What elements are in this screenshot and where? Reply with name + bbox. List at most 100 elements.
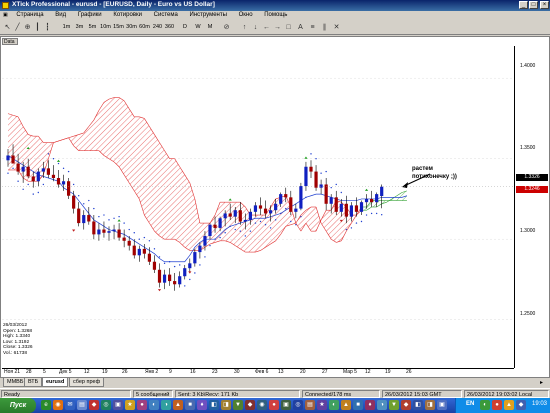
- quicklaunch-icon-34[interactable]: ▣: [437, 400, 447, 410]
- no-entry-icon[interactable]: ⊘: [222, 23, 231, 32]
- quicklaunch-icon-21[interactable]: ▣: [281, 400, 291, 410]
- quicklaunch-icon-9[interactable]: ●: [137, 400, 147, 410]
- quicklaunch-icon-14[interactable]: ♦: [197, 400, 207, 410]
- quicklaunch-icon-6[interactable]: ◎: [101, 400, 111, 410]
- quicklaunch-icon-3[interactable]: ✉: [65, 400, 75, 410]
- quicklaunch-icon-8[interactable]: ★: [125, 400, 135, 410]
- text-icon[interactable]: A: [296, 23, 305, 32]
- quicklaunch-icon-32[interactable]: ◧: [413, 400, 423, 410]
- quicklaunch-icon-4[interactable]: ▤: [77, 400, 87, 410]
- menu-charts[interactable]: Графики: [73, 11, 107, 18]
- quicklaunch-icon-27[interactable]: ■: [353, 400, 363, 410]
- fractal-up-marker: [228, 198, 232, 201]
- quicklaunch-icon-16[interactable]: ◨: [221, 400, 231, 410]
- quicklaunch-icon-29[interactable]: ◑: [377, 400, 387, 410]
- time-tick: 16: [190, 369, 196, 375]
- quicklaunch-icon-24[interactable]: ★: [317, 400, 327, 410]
- tf-3m[interactable]: 3m: [75, 23, 84, 32]
- quicklaunch-icon-30[interactable]: ▼: [389, 400, 399, 410]
- quicklaunch-icon-11[interactable]: ◑: [161, 400, 171, 410]
- quicklaunch-icon-13[interactable]: ■: [185, 400, 195, 410]
- quicklaunch-icon-5[interactable]: ◆: [89, 400, 99, 410]
- zoom-icon[interactable]: ⊕: [23, 23, 32, 32]
- line-icon[interactable]: ╱: [13, 23, 22, 32]
- tf-240[interactable]: 240: [152, 23, 163, 32]
- tf-w[interactable]: W: [194, 23, 202, 32]
- language-indicator[interactable]: EN: [466, 401, 474, 407]
- quicklaunch-icon-15[interactable]: ◧: [209, 400, 219, 410]
- quicklaunch-icon-28[interactable]: ♦: [365, 400, 375, 410]
- time-tick: Дек 5: [59, 369, 72, 375]
- quicklaunch-icon-20[interactable]: ●: [269, 400, 279, 410]
- arrow-right-icon[interactable]: →: [273, 23, 282, 32]
- tf-30m[interactable]: 30m: [126, 23, 137, 32]
- sar-dot: [285, 207, 287, 210]
- tf-15m[interactable]: 15m: [113, 23, 124, 32]
- quicklaunch-icon-25[interactable]: ◐: [329, 400, 339, 410]
- minimize-button[interactable]: _: [519, 1, 528, 9]
- maximize-button[interactable]: □: [529, 1, 538, 9]
- quicklaunch-icon-12[interactable]: ▲: [173, 400, 183, 410]
- tf-m[interactable]: M: [206, 23, 214, 32]
- quicklaunch-icon-1[interactable]: e: [41, 400, 51, 410]
- rectangle-icon[interactable]: □: [284, 23, 293, 32]
- candle-body: [299, 186, 303, 209]
- arrow-up-icon[interactable]: ↑: [240, 23, 249, 32]
- kumo-segment: [134, 116, 140, 199]
- quicklaunch-icon-17[interactable]: ▼: [233, 400, 243, 410]
- status-messages[interactable]: 5 сообщений: [133, 390, 173, 398]
- scroll-right-icon[interactable]: ▸: [540, 379, 543, 386]
- tray-icon-3[interactable]: ▲: [504, 400, 514, 410]
- tf-60m[interactable]: 60m: [139, 23, 150, 32]
- tray-icon-1[interactable]: ◐: [480, 400, 490, 410]
- candles-icon[interactable]: ┃: [33, 23, 42, 32]
- fractal-down-marker: [188, 271, 192, 274]
- tf-d[interactable]: D: [181, 23, 189, 32]
- quicklaunch-icon-19[interactable]: ◉: [257, 400, 267, 410]
- channel-icon[interactable]: ∥: [320, 23, 329, 32]
- tab-eurusd[interactable]: eurusd: [42, 378, 69, 387]
- quicklaunch-icon-31[interactable]: ◆: [401, 400, 411, 410]
- price-axis[interactable]: 1.4000 1.3500 1.3000 1.2500 1.3326 1.324…: [514, 46, 548, 368]
- price-chart[interactable]: [2, 46, 514, 368]
- bars-icon[interactable]: ┇: [43, 23, 52, 32]
- trash-icon[interactable]: ✕: [332, 23, 341, 32]
- sar-dot: [37, 191, 39, 194]
- arrow-down-icon[interactable]: ↓: [251, 23, 260, 32]
- quicklaunch-icon-10[interactable]: ◐: [149, 400, 159, 410]
- quicklaunch-icon-18[interactable]: ◆: [245, 400, 255, 410]
- tf-1m[interactable]: 1m: [62, 23, 71, 32]
- doc-icon[interactable]: ▣: [0, 11, 10, 18]
- tab-vtb[interactable]: ВТБ: [24, 378, 43, 387]
- menu-quotes[interactable]: Котировки: [108, 11, 147, 18]
- menu-tools[interactable]: Инструменты: [185, 11, 232, 18]
- tf-360[interactable]: 360: [164, 23, 175, 32]
- quicklaunch-icon-33[interactable]: ◨: [425, 400, 435, 410]
- fib-icon[interactable]: ≡: [308, 23, 317, 32]
- tf-5m[interactable]: 5m: [88, 23, 97, 32]
- start-button[interactable]: Пуск: [0, 398, 36, 413]
- quicklaunch-icon-26[interactable]: ▲: [341, 400, 351, 410]
- menu-help[interactable]: Помощь: [259, 11, 292, 18]
- cursor-icon[interactable]: ↖: [3, 23, 12, 32]
- candle-body: [183, 268, 187, 277]
- quicklaunch-icon-7[interactable]: ▣: [113, 400, 123, 410]
- arrow-left-icon[interactable]: ←: [262, 23, 271, 32]
- menu-system[interactable]: Система: [149, 11, 183, 18]
- sar-dot: [199, 264, 201, 266]
- close-button[interactable]: ×: [540, 1, 549, 9]
- quicklaunch-icon-2[interactable]: ◉: [53, 400, 63, 410]
- menu-window[interactable]: Окно: [234, 11, 258, 18]
- sar-dot: [98, 215, 100, 218]
- menu-page[interactable]: Страница: [11, 11, 48, 18]
- tray-icon-4[interactable]: ◆: [516, 400, 526, 410]
- quicklaunch-icon-22[interactable]: ◎: [293, 400, 303, 410]
- tray-icon-2[interactable]: ●: [492, 400, 502, 410]
- tf-10m[interactable]: 10m: [100, 23, 111, 32]
- tab-sber-pref[interactable]: сбер преф: [69, 378, 105, 387]
- quicklaunch-icon-23[interactable]: ▤: [305, 400, 315, 410]
- sar-dot: [229, 225, 231, 228]
- sar-dot: [83, 203, 85, 205]
- taskbar-clock: 19:03: [532, 401, 548, 407]
- menu-view[interactable]: Вид: [50, 11, 71, 18]
